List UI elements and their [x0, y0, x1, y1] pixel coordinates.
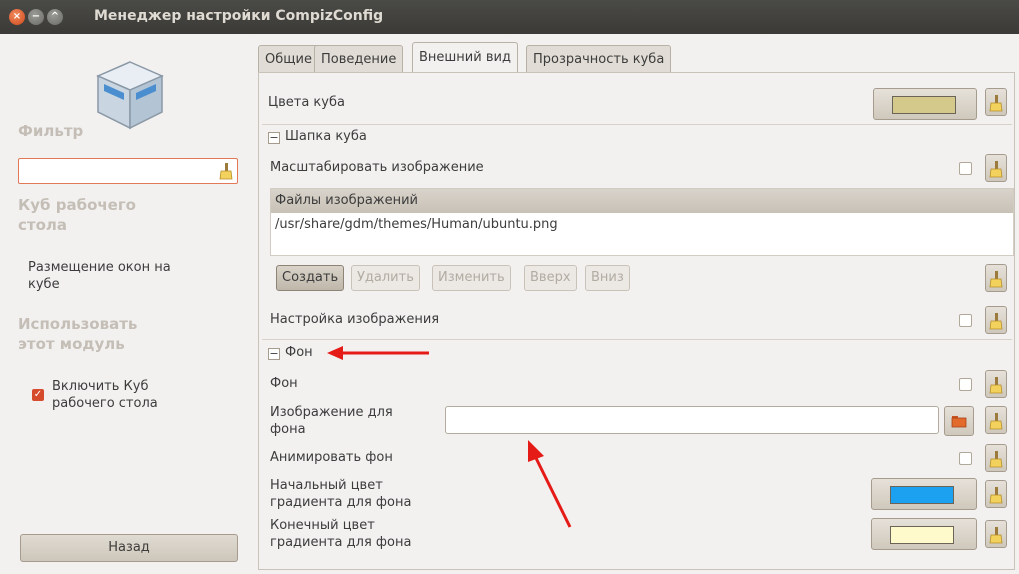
- move-up-button[interactable]: Вверх: [524, 265, 577, 291]
- reset-animate-bg-button[interactable]: [985, 444, 1007, 472]
- separator: [262, 339, 1012, 340]
- collapse-icon: −: [268, 347, 280, 360]
- minimize-button[interactable]: −: [28, 9, 44, 25]
- reset-brush-icon: [989, 527, 1003, 544]
- enable-plugin-label-line2: рабочего стола: [52, 396, 158, 411]
- reset-gradient-start-button[interactable]: [985, 480, 1007, 508]
- reset-brush-icon: [989, 487, 1003, 504]
- cube-color-button[interactable]: [873, 88, 977, 120]
- reset-brush-icon: [989, 161, 1003, 178]
- tab-general[interactable]: Общие: [258, 45, 319, 72]
- cube-color-label: Цвета куба: [268, 95, 345, 110]
- red-arrow-annotation: [528, 440, 572, 528]
- gradient-end-color-button[interactable]: [871, 518, 977, 550]
- separator: [262, 124, 1012, 125]
- reset-brush-icon: [989, 451, 1003, 468]
- clear-brush-icon[interactable]: [219, 162, 233, 180]
- use-module-heading-line1: Использовать: [18, 315, 138, 333]
- red-arrow-annotation: [327, 346, 429, 360]
- filter-input[interactable]: [18, 158, 238, 184]
- image-setup-label: Настройка изображения: [270, 312, 440, 327]
- reset-brush-icon: [989, 413, 1003, 430]
- window-title: Менеджер настройки CompizConfig: [94, 8, 384, 24]
- reset-gradient-end-button[interactable]: [985, 520, 1007, 548]
- tab-cube-transparency[interactable]: Прозрачность куба: [526, 45, 672, 72]
- gradient-end-swatch: [890, 526, 954, 544]
- related-plugin-line2[interactable]: кубе: [28, 276, 60, 293]
- minimize-icon: −: [31, 11, 41, 22]
- cube-logo-icon: [96, 61, 164, 130]
- image-setup-checkbox[interactable]: [959, 314, 972, 327]
- close-icon: ×: [12, 11, 22, 22]
- move-down-button[interactable]: Вниз: [585, 265, 630, 291]
- background-section-expander[interactable]: − Фон: [268, 345, 313, 360]
- related-plugin-line1[interactable]: Размещение окон на: [28, 259, 171, 276]
- use-module-heading-line2: этот модуль: [18, 335, 125, 353]
- reset-brush-icon: [989, 271, 1003, 288]
- reset-image-files-button[interactable]: [985, 264, 1007, 292]
- gradient-end-label-line2: градиента для фона: [270, 535, 412, 550]
- reset-image-setup-button[interactable]: [985, 306, 1007, 334]
- gradient-end-label-line1: Конечный цвет: [270, 518, 375, 533]
- browse-file-button[interactable]: [944, 406, 974, 436]
- cap-section-expander[interactable]: − Шапка куба: [268, 129, 367, 144]
- image-files-list[interactable]: Файлы изображений /usr/share/gdm/themes/…: [270, 188, 1014, 256]
- filter-heading: Фильтр: [18, 122, 84, 140]
- background-label: Фон: [270, 376, 298, 391]
- background-section-label: Фон: [285, 345, 313, 360]
- gradient-start-label-line2: градиента для фона: [270, 495, 412, 510]
- delete-button[interactable]: Удалить: [351, 265, 420, 291]
- gradient-start-color-button[interactable]: [871, 478, 977, 510]
- scale-image-label: Масштабировать изображение: [270, 160, 484, 175]
- bg-image-label-line1: Изображение для: [270, 405, 393, 420]
- maximize-button[interactable]: ^: [47, 9, 63, 25]
- cube-color-swatch: [892, 96, 956, 114]
- scale-image-checkbox[interactable]: [959, 162, 972, 175]
- reset-brush-icon: [989, 377, 1003, 394]
- reset-background-button[interactable]: [985, 370, 1007, 398]
- reset-brush-icon: [989, 313, 1003, 330]
- plugin-heading-line1: Куб рабочего: [18, 196, 136, 214]
- list-item[interactable]: /usr/share/gdm/themes/Human/ubuntu.png: [275, 217, 558, 232]
- reset-cube-color-button[interactable]: [985, 88, 1007, 116]
- reset-scale-image-button[interactable]: [985, 154, 1007, 182]
- enable-plugin-checkbox[interactable]: ✓: [32, 389, 44, 401]
- folder-icon: [951, 416, 967, 428]
- reset-brush-icon: [989, 95, 1003, 112]
- gradient-start-swatch: [890, 486, 954, 504]
- bg-image-label-line2: фона: [270, 422, 306, 437]
- bg-image-input[interactable]: [445, 406, 939, 434]
- background-checkbox[interactable]: [959, 378, 972, 391]
- enable-plugin-label-line1: Включить Куб: [52, 379, 149, 394]
- reset-bg-image-button[interactable]: [985, 406, 1007, 434]
- image-files-header[interactable]: Файлы изображений: [271, 189, 1013, 213]
- back-button[interactable]: Назад: [20, 534, 238, 562]
- animate-bg-label: Анимировать фон: [270, 450, 393, 465]
- animate-bg-checkbox[interactable]: [959, 452, 972, 465]
- tab-behaviour[interactable]: Поведение: [314, 45, 404, 72]
- edit-button[interactable]: Изменить: [432, 265, 511, 291]
- collapse-icon: −: [268, 131, 280, 144]
- create-button[interactable]: Создать: [276, 265, 345, 291]
- compizconfig-window: × − ^ Менеджер настройки CompizConfig Фи…: [0, 0, 1019, 574]
- close-button[interactable]: ×: [9, 9, 25, 25]
- maximize-icon: ^: [50, 11, 60, 22]
- tab-appearance[interactable]: Внешний вид: [412, 42, 518, 72]
- sidebar: Фильтр Куб рабочего стола Размещение око…: [0, 34, 255, 574]
- plugin-heading-line2: стола: [18, 216, 67, 234]
- title-bar: × − ^ Менеджер настройки CompizConfig: [0, 0, 1019, 34]
- gradient-start-label-line1: Начальный цвет: [270, 478, 383, 493]
- cap-section-label: Шапка куба: [285, 129, 367, 144]
